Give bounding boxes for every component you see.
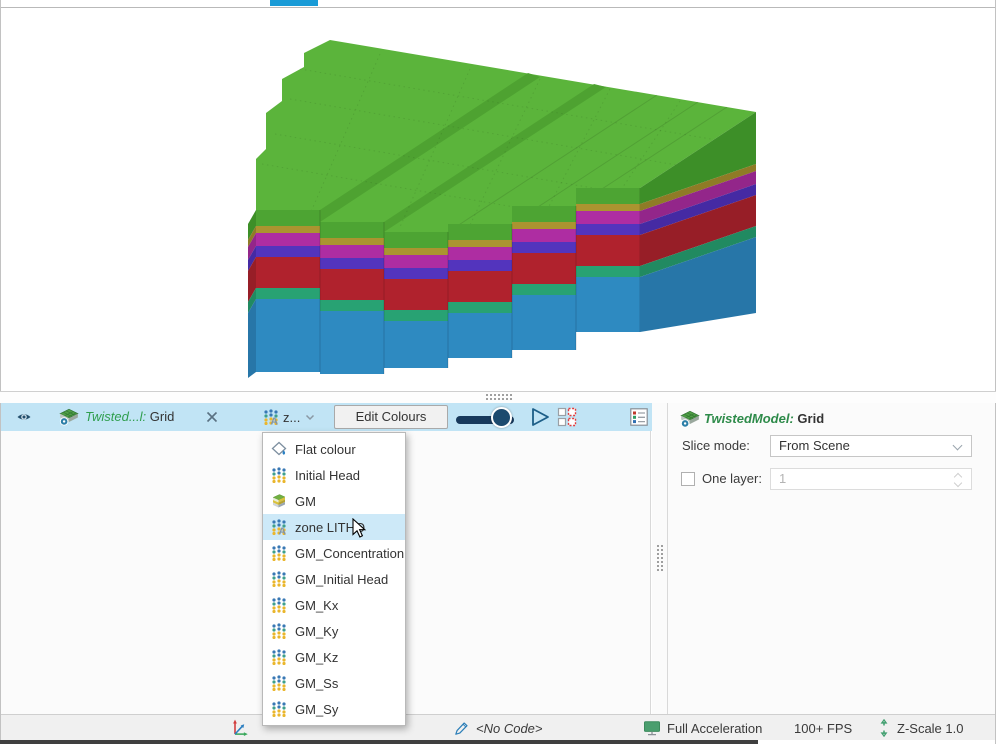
play-animation-button[interactable]: [528, 406, 552, 428]
menu-item-flat-colour[interactable]: Flat colour: [263, 436, 405, 462]
menu-item-label: GM_Sy: [295, 702, 338, 717]
properties-title: TwistedModel: Grid: [704, 411, 824, 426]
axis-icon: [230, 718, 250, 738]
menu-item-label: GM_Ss: [295, 676, 338, 691]
menu-item-label: GM: [295, 494, 316, 509]
menu-item-gm[interactable]: GM: [263, 488, 405, 514]
acceleration-indicator[interactable]: Full Acceleration: [643, 715, 762, 741]
menu-item-zone-litho[interactable]: zone LITHO: [263, 514, 405, 540]
properties-object-name: TwistedModel:: [704, 411, 794, 426]
menu-item-label: GM_Ky: [295, 624, 338, 639]
slice-selection-button[interactable]: [556, 407, 578, 427]
code-label: <No Code>: [476, 721, 543, 736]
menu-item-gm-initial-head[interactable]: GM_Initial Head: [263, 566, 405, 592]
model-3d: [1, 9, 995, 384]
z-scale-indicator[interactable]: Z-Scale 1.0: [877, 715, 963, 741]
values-icon: [271, 623, 287, 639]
scene-list-toolbar: Twisted...l: Grid z... Edit Colours: [1, 403, 652, 431]
values-icon: [271, 675, 287, 691]
monitor-icon: [643, 720, 661, 736]
acceleration-label: Full Acceleration: [667, 721, 762, 736]
gm-model-icon: [271, 493, 287, 509]
one-layer-label: One layer:: [702, 468, 762, 490]
fps-label: 100+ FPS: [794, 721, 852, 736]
fps-indicator: 100+ FPS: [794, 715, 852, 741]
slice-grid-icon: [557, 407, 577, 427]
scene-object-name: Twisted...l:: [85, 409, 146, 424]
pencil-icon: [453, 720, 470, 737]
one-layer-input[interactable]: 1: [770, 468, 972, 490]
status-bar: <No Code> Full Acceleration 100+ FPS Z-S…: [1, 714, 995, 740]
horizontal-splitter[interactable]: [0, 392, 996, 403]
zone-litho-icon: [271, 519, 287, 535]
splitter-handle-icon: [657, 545, 663, 571]
menu-item-gm-sy[interactable]: GM_Sy: [263, 696, 405, 722]
properties-panel: TwistedModel: Grid Slice mode: From Scen…: [667, 403, 995, 714]
properties-object-type: Grid: [794, 411, 824, 426]
visibility-button[interactable]: [15, 409, 33, 425]
eye-icon: [16, 409, 32, 425]
mouse-cursor: [352, 518, 372, 540]
scene-viewport[interactable]: [1, 8, 995, 391]
colour-menu: Flat colour Initial Head GM zone LITHO G…: [262, 432, 406, 726]
flat-colour-icon: [271, 441, 287, 457]
colour-option-select[interactable]: z...: [259, 403, 327, 431]
scene-object-icon: [58, 408, 80, 426]
values-icon: [271, 649, 287, 665]
slice-mode-value: From Scene: [779, 438, 850, 453]
menu-item-label: Initial Head: [295, 468, 360, 483]
menu-item-gm-kx[interactable]: GM_Kx: [263, 592, 405, 618]
menu-item-gm-ky[interactable]: GM_Ky: [263, 618, 405, 644]
splitter-handle-icon: [486, 394, 512, 400]
z-scale-label: Z-Scale 1.0: [897, 721, 963, 736]
zone-litho-icon: [263, 409, 279, 425]
scene-object-type: Grid: [146, 409, 174, 424]
menu-item-label: Flat colour: [295, 442, 356, 457]
remove-from-scene-button[interactable]: [203, 409, 221, 425]
close-icon: [204, 409, 220, 425]
one-layer-value: 1: [779, 471, 786, 486]
z-scale-icon: [877, 719, 891, 737]
play-icon: [529, 406, 551, 428]
vertical-splitter[interactable]: [652, 403, 667, 714]
window-bottom-edge: [0, 740, 758, 744]
slice-mode-label: Slice mode:: [682, 435, 750, 457]
model-left-face: [248, 210, 256, 378]
view-orientation-button[interactable]: [230, 715, 250, 741]
chevron-down-icon: [953, 441, 963, 451]
one-layer-checkbox[interactable]: [681, 472, 695, 486]
edit-colours-button[interactable]: Edit Colours: [334, 405, 448, 429]
chevron-down-icon: [304, 411, 316, 423]
grid-object-icon: [59, 408, 79, 426]
values-icon: [271, 467, 287, 483]
slice-mode-select[interactable]: From Scene: [770, 435, 972, 457]
menu-item-gm-ss[interactable]: GM_Ss: [263, 670, 405, 696]
code-indicator[interactable]: <No Code>: [453, 715, 543, 741]
legend-icon: [630, 408, 648, 426]
menu-item-label: GM_Kz: [295, 650, 338, 665]
menu-item-label: GM_Initial Head: [295, 572, 388, 587]
menu-item-initial-head[interactable]: Initial Head: [263, 462, 405, 488]
colour-option-value: z...: [283, 410, 300, 425]
menu-item-gm-concentration[interactable]: GM_Concentration: [263, 540, 405, 566]
show-legend-button[interactable]: [629, 408, 649, 426]
grid-object-icon: [680, 410, 700, 428]
values-icon: [271, 545, 287, 561]
values-icon: [271, 571, 287, 587]
scene-object-label: Twisted...l: Grid: [85, 403, 174, 431]
opacity-slider-knob[interactable]: [491, 407, 512, 428]
values-icon: [271, 701, 287, 717]
active-tab-indicator: [270, 0, 318, 6]
menu-item-label: GM_Kx: [295, 598, 338, 613]
values-icon: [271, 597, 287, 613]
menu-item-gm-kz[interactable]: GM_Kz: [263, 644, 405, 670]
menu-item-label: GM_Concentration: [295, 546, 404, 561]
spinner-buttons[interactable]: [954, 472, 963, 488]
